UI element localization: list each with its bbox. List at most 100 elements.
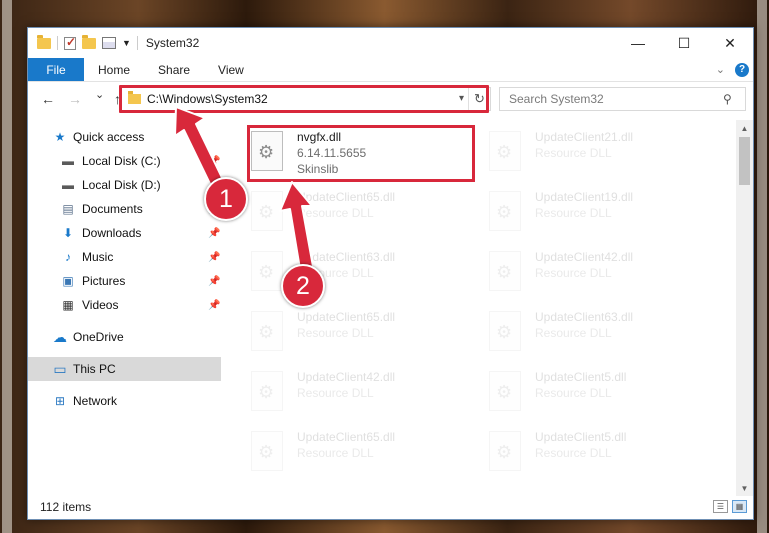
network-icon: ⊞: [54, 394, 66, 408]
file-name: UpdateClient63.dll: [297, 250, 396, 264]
documents-icon: ▤: [62, 202, 74, 216]
refresh-icon[interactable]: ↻: [468, 88, 490, 110]
pin-icon[interactable]: 📌: [208, 228, 220, 239]
dll-file-icon: [251, 251, 283, 291]
file-description: Resource DLL: [535, 326, 612, 340]
file-tile[interactable]: UpdateClient63.dll Resource DLL: [241, 247, 469, 299]
dll-file-icon: [489, 191, 521, 231]
file-name: UpdateClient5.dll: [535, 430, 627, 444]
sidebar-item-label: Videos: [82, 298, 119, 312]
file-tile[interactable]: UpdateClient65.dll Resource DLL: [241, 307, 469, 359]
large-icons-view-icon[interactable]: ▦: [732, 500, 747, 513]
file-description: Resource DLL: [297, 386, 374, 400]
cloud-icon: ☁: [53, 328, 67, 345]
file-name: nvgfx.dll: [297, 130, 342, 144]
search-icon[interactable]: ⚲: [723, 92, 746, 106]
pin-icon[interactable]: 📌: [208, 156, 220, 167]
file-tile[interactable]: UpdateClient65.dll Resource DLL: [241, 427, 469, 479]
dll-file-icon: [489, 431, 521, 471]
recent-locations-dropdown-icon[interactable]: ⌄: [95, 88, 104, 101]
pin-icon[interactable]: 📌: [208, 252, 220, 263]
maximize-button[interactable]: ☐: [661, 28, 707, 58]
file-name: UpdateClient65.dll: [297, 310, 396, 324]
file-name: UpdateClient5.dll: [535, 370, 627, 384]
expand-ribbon-chevron-icon[interactable]: ⌄: [716, 63, 725, 76]
file-description: Resource DLL: [535, 446, 612, 460]
file-description: Resource DLL: [535, 206, 612, 220]
tab-view[interactable]: View: [204, 58, 258, 81]
tab-file[interactable]: File: [28, 58, 84, 81]
sidebar-item-documents[interactable]: ▤ Documents 📌: [28, 197, 221, 221]
file-tile[interactable]: UpdateClient5.dll Resource DLL: [479, 367, 707, 419]
scroll-down-icon[interactable]: ▼: [736, 480, 753, 496]
videos-icon: ▦: [62, 298, 74, 312]
navigation-pane: ★ Quick access ▬ Local Disk (C:) 📌 ▬ Loc…: [28, 124, 221, 494]
item-count: 112 items: [40, 500, 92, 514]
tab-share[interactable]: Share: [144, 58, 204, 81]
folder-icon[interactable]: [37, 34, 51, 49]
search-input[interactable]: Search System32: [499, 87, 746, 111]
help-icon[interactable]: ?: [735, 62, 749, 77]
sidebar-item-local-disk-d[interactable]: ▬ Local Disk (D:) 📌: [28, 173, 221, 197]
back-arrow-icon[interactable]: ←: [41, 91, 55, 107]
file-tile[interactable]: UpdateClient42.dll Resource DLL: [241, 367, 469, 419]
minimize-button[interactable]: —: [615, 28, 661, 58]
scrollbar-thumb[interactable]: [739, 137, 750, 185]
details-view-icon[interactable]: ☰: [713, 500, 728, 513]
address-bar[interactable]: C:\Windows\System32 ▾ ↻: [121, 87, 491, 111]
pin-icon[interactable]: 📌: [208, 276, 220, 287]
step-badge-1: 1: [204, 177, 248, 221]
sidebar-item-downloads[interactable]: ⬇ Downloads 📌: [28, 221, 221, 245]
pictures-icon: ▣: [62, 274, 74, 288]
address-dropdown-icon[interactable]: ▾: [459, 93, 464, 104]
scroll-up-icon[interactable]: ▲: [736, 120, 753, 136]
file-description: Resource DLL: [535, 146, 612, 160]
dll-file-icon: [251, 131, 283, 171]
file-description: Resource DLL: [297, 206, 374, 220]
dll-file-icon: [251, 371, 283, 411]
customize-toolbar-dropdown[interactable]: ▼: [122, 38, 131, 48]
file-tile-nvgfx[interactable]: nvgfx.dll 6.14.11.5655 Skinslib: [241, 127, 469, 179]
sidebar-item-onedrive[interactable]: ☁ OneDrive: [28, 325, 221, 349]
sidebar-item-this-pc[interactable]: ▭ This PC: [28, 357, 221, 381]
sidebar-item-label: This PC: [73, 362, 116, 376]
address-row: ← → ⌄ ↑ C:\Windows\System32 ▾ ↻ Search S…: [28, 84, 753, 116]
file-tile[interactable]: UpdateClient63.dll Resource DLL: [479, 307, 707, 359]
tab-home[interactable]: Home: [84, 58, 144, 81]
step-badge-2: 2: [281, 264, 325, 308]
sidebar-item-label: Music: [82, 250, 114, 264]
sidebar-item-pictures[interactable]: ▣ Pictures 📌: [28, 269, 221, 293]
new-folder-icon[interactable]: [82, 34, 96, 49]
window-controls: — ☐ ✕: [615, 28, 753, 58]
folder-icon: [128, 91, 141, 104]
properties-check-icon[interactable]: [64, 35, 76, 50]
toolbar-separator: [57, 36, 58, 50]
status-bar: 112 items ☰ ▦: [28, 495, 753, 519]
sidebar-item-quick-access[interactable]: ★ Quick access: [28, 125, 221, 149]
close-button[interactable]: ✕: [707, 28, 753, 58]
dll-file-icon: [489, 251, 521, 291]
file-tile[interactable]: UpdateClient19.dll Resource DLL: [479, 187, 707, 239]
properties-icon[interactable]: [102, 37, 116, 49]
file-tile[interactable]: UpdateClient65.dll Resource DLL: [241, 187, 469, 239]
sidebar-item-label: Downloads: [82, 226, 142, 240]
file-tile[interactable]: UpdateClient42.dll Resource DLL: [479, 247, 707, 299]
ribbon-tabs: File Home Share View ⌄ ?: [28, 58, 753, 82]
file-description: Resource DLL: [297, 326, 374, 340]
file-description: Resource DLL: [535, 266, 612, 280]
sidebar-item-label: Local Disk (D:): [82, 178, 161, 192]
address-path[interactable]: C:\Windows\System32: [147, 92, 268, 106]
file-tile[interactable]: UpdateClient5.dll Resource DLL: [479, 427, 707, 479]
pin-icon[interactable]: 📌: [208, 300, 220, 311]
sidebar-item-label: Local Disk (C:): [82, 154, 161, 168]
sidebar-item-label: Quick access: [73, 130, 145, 144]
vertical-scrollbar[interactable]: ▲ ▼: [736, 120, 753, 496]
sidebar-item-videos[interactable]: ▦ Videos 📌: [28, 293, 221, 317]
sidebar-item-local-disk-c[interactable]: ▬ Local Disk (C:) 📌: [28, 149, 221, 173]
sidebar-item-music[interactable]: ♪ Music 📌: [28, 245, 221, 269]
forward-arrow-icon[interactable]: →: [68, 91, 82, 107]
up-arrow-icon[interactable]: ↑: [114, 91, 121, 107]
view-switcher: ☰ ▦: [713, 500, 747, 513]
sidebar-item-network[interactable]: ⊞ Network: [28, 389, 221, 413]
file-tile[interactable]: UpdateClient21.dll Resource DLL: [479, 127, 707, 179]
